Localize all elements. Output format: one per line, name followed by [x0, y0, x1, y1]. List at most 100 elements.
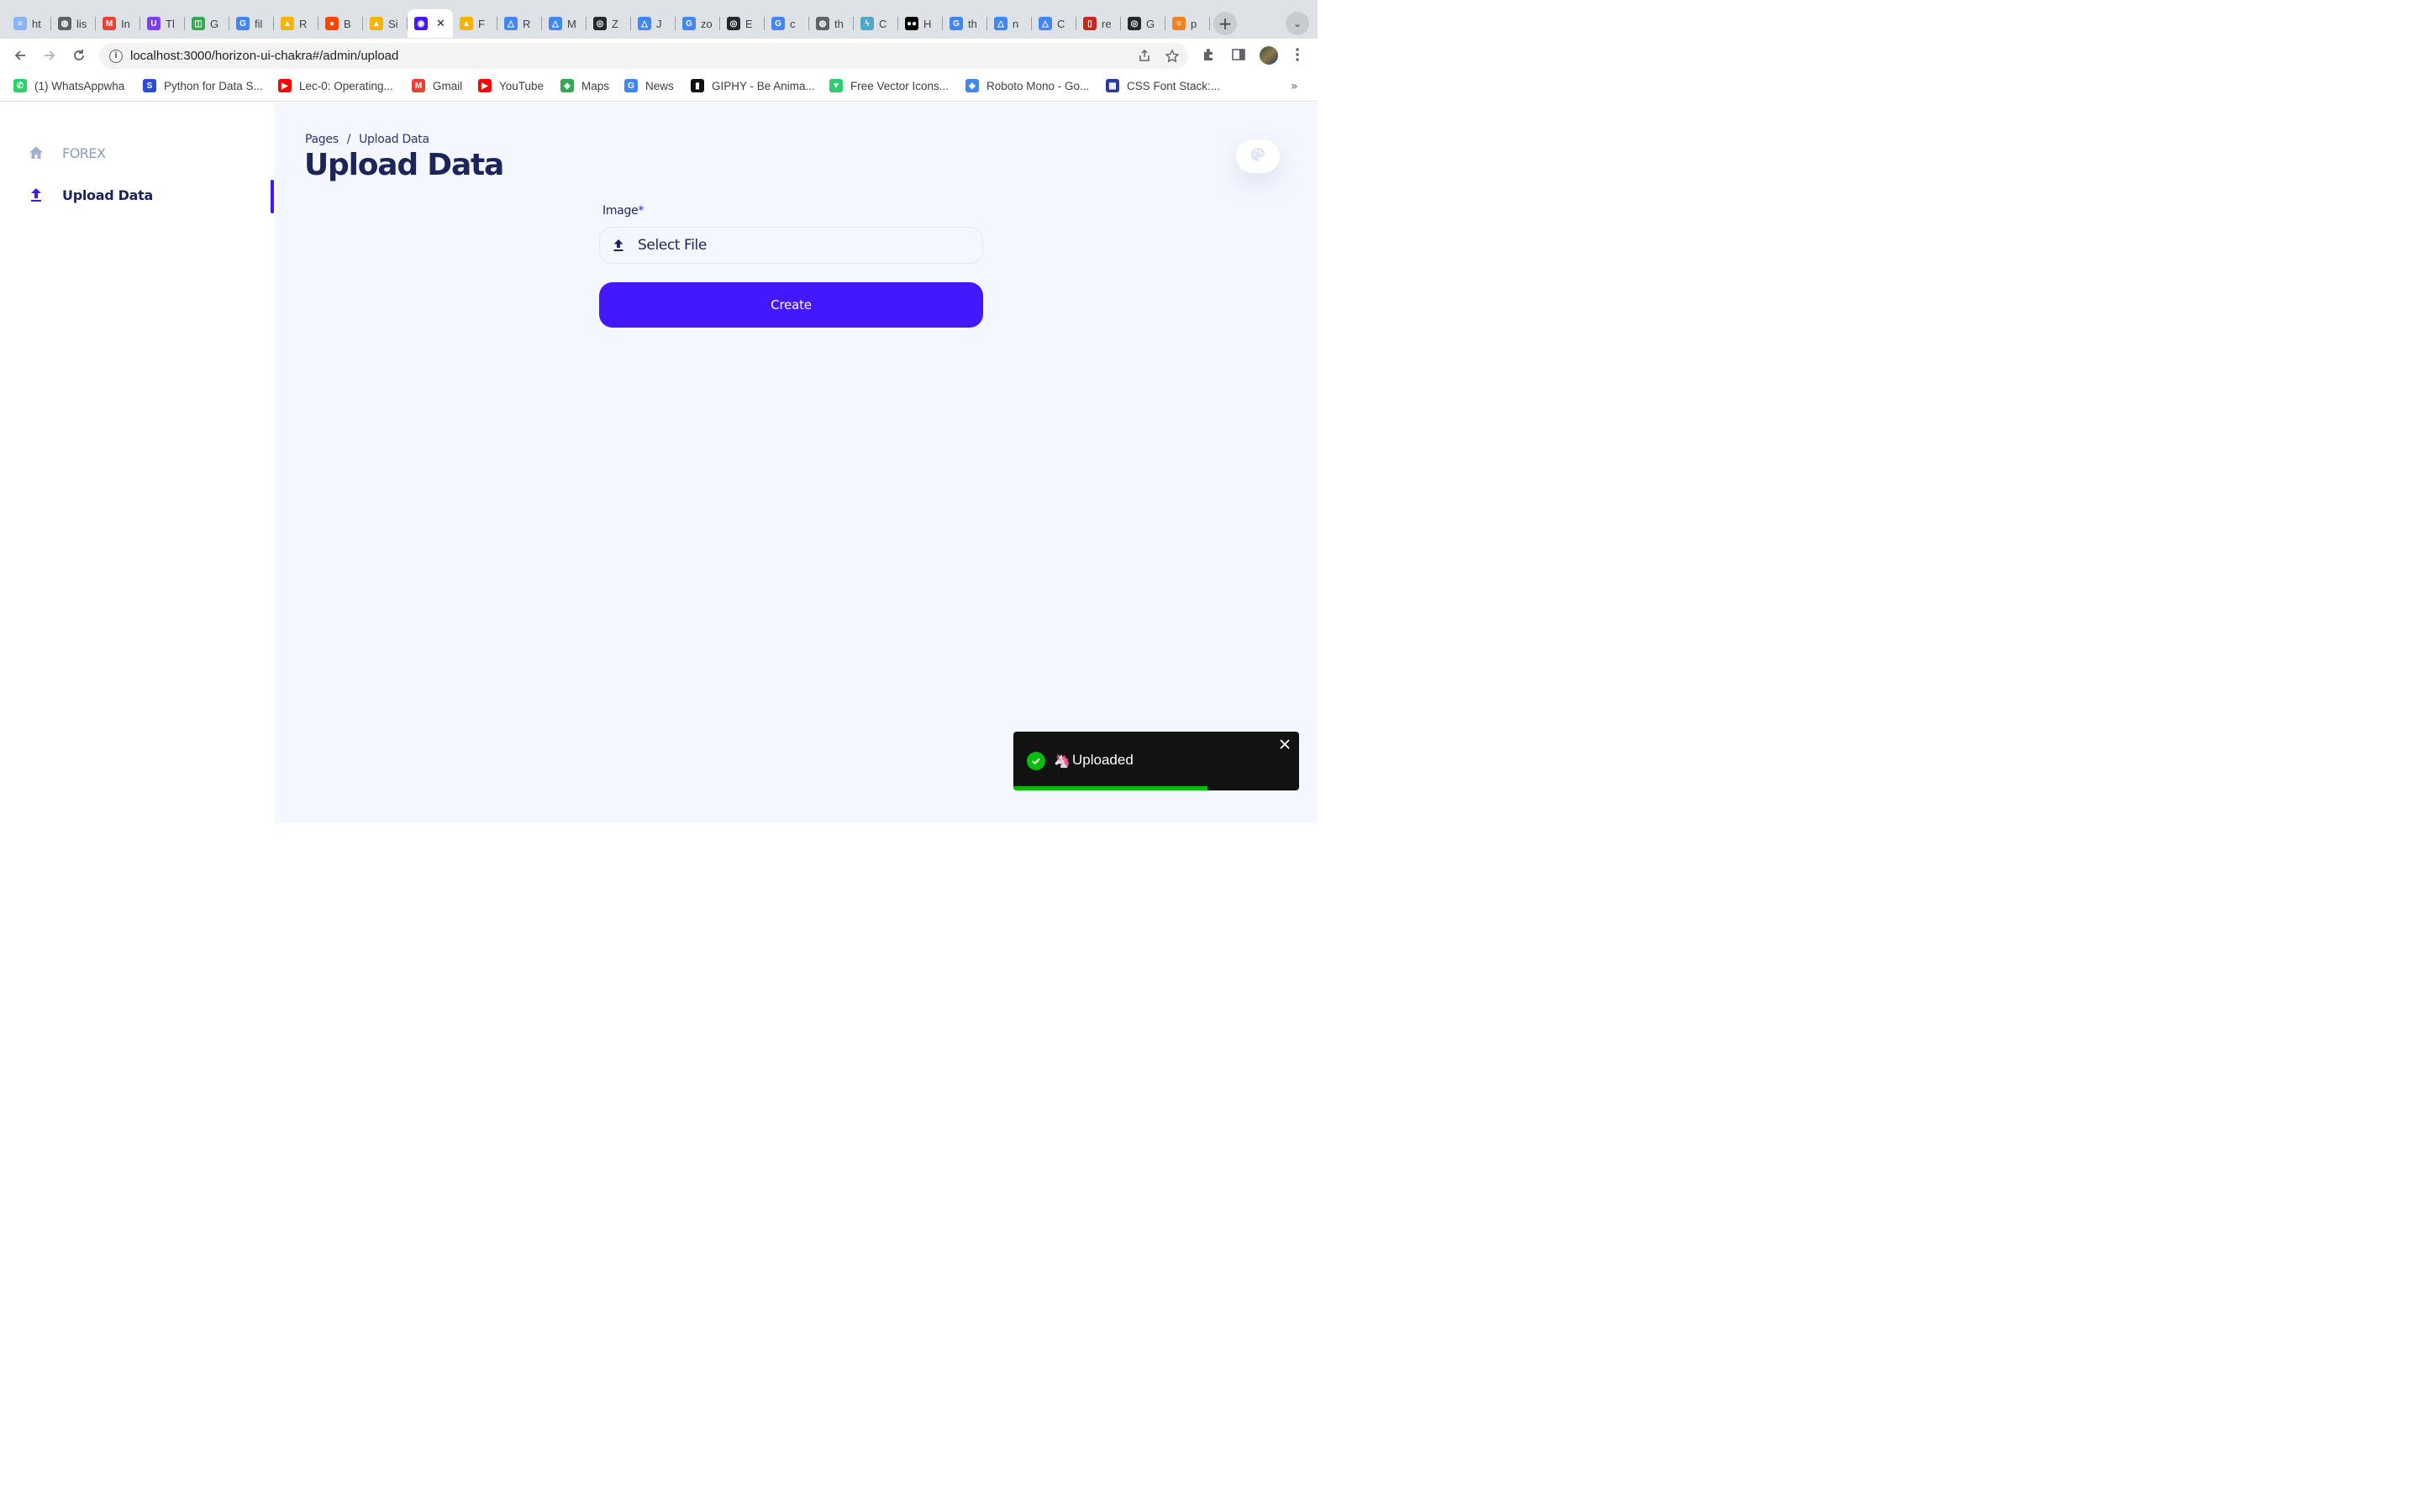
bookmark-item[interactable]: ◈ Maps	[560, 79, 609, 92]
bookmark-item[interactable]: M Gmail	[412, 79, 462, 92]
side-panel-icon[interactable]	[1231, 47, 1246, 66]
bookmark-item[interactable]: S Python for Data S...	[143, 79, 263, 92]
tab-title: C	[1057, 17, 1065, 30]
tab-title: B	[344, 17, 351, 30]
breadcrumb: Pages / Upload Data	[305, 133, 429, 146]
browser-tab[interactable]: ▲ Si	[363, 9, 408, 38]
browser-tab[interactable]: ≡ p	[1165, 9, 1210, 38]
tab-favicon-icon: ▲	[460, 17, 473, 30]
tab-favicon-icon: G	[771, 17, 785, 30]
browser-tab[interactable]: ◎ E	[720, 9, 765, 38]
tab-favicon-icon: △	[994, 17, 1007, 30]
tab-favicon-icon: ▯	[1083, 17, 1097, 30]
tab-favicon-icon: U	[147, 17, 160, 30]
breadcrumb-root[interactable]: Pages	[305, 133, 339, 146]
profile-avatar[interactable]	[1260, 46, 1278, 65]
browser-tab-strip: ≡ ht ◍ lis M In U Tl ◫ G Gfil ▲ R ● B ▲ Si ◉ ✕ ▲ F △ R △ M ◎ Z △ J Gz…	[0, 0, 1318, 39]
browser-tab[interactable]: Gfil	[229, 9, 274, 38]
tab-search-icon[interactable]: ⌄	[1286, 12, 1309, 35]
browser-tab[interactable]: M In	[96, 9, 140, 38]
bookmark-item[interactable]: ▶ YouTube	[478, 79, 544, 92]
site-info-icon[interactable]: i	[109, 49, 123, 63]
tab-favicon-icon: △	[549, 17, 562, 30]
theme-toggle-button[interactable]	[1236, 139, 1280, 173]
bookmark-item[interactable]: ▦ CSS Font Stack:...	[1106, 79, 1220, 92]
file-select-input[interactable]: Select File	[599, 227, 983, 264]
more-bookmarks-icon[interactable]: »	[1291, 80, 1298, 93]
share-icon[interactable]	[1138, 49, 1151, 66]
browser-tab[interactable]: U Tl	[140, 9, 185, 38]
tab-title: lis	[76, 17, 87, 30]
browser-tab[interactable]: ▲ R	[274, 9, 318, 38]
back-icon[interactable]	[10, 45, 30, 66]
browser-tab[interactable]: △ J	[631, 9, 676, 38]
bookmark-favicon-icon: M	[412, 79, 425, 92]
reload-icon[interactable]	[69, 45, 89, 66]
required-mark: *	[638, 204, 644, 218]
bookmark-item[interactable]: ▶ Lec-0: Operating...	[278, 79, 393, 92]
browser-tab[interactable]: Gth	[943, 9, 987, 38]
browser-tab[interactable]: ◫ G	[185, 9, 229, 38]
close-icon[interactable]	[1279, 738, 1291, 750]
browser-tab[interactable]: △ C	[1032, 9, 1076, 38]
bookmark-favicon-icon: ✆	[13, 79, 27, 92]
browser-tab[interactable]: ▲ F	[453, 9, 497, 38]
tab-favicon-icon: ●●	[905, 17, 918, 30]
sidebar-item-forex[interactable]: FOREX	[28, 143, 106, 163]
tab-favicon-icon: △	[504, 17, 518, 30]
tab-active[interactable]: ◉ ✕	[408, 9, 453, 38]
bookmark-label: Roboto Mono - Go...	[986, 79, 1090, 92]
browser-tab[interactable]: ◍ th	[809, 9, 854, 38]
browser-menu-icon[interactable]	[1292, 47, 1302, 66]
tab-title: c	[790, 17, 796, 30]
extensions-icon[interactable]	[1202, 47, 1217, 66]
browser-tab[interactable]: ◎ Z	[587, 9, 631, 38]
tab-title: In	[121, 17, 130, 30]
close-tab-icon[interactable]: ✕	[436, 17, 445, 30]
tab-favicon-icon: G	[950, 17, 963, 30]
bookmark-item[interactable]: ▼ Free Vector Icons...	[829, 79, 949, 92]
sidebar-item-upload-data[interactable]: Upload Data	[28, 185, 153, 205]
tab-title: re	[1102, 17, 1112, 30]
forward-icon[interactable]	[39, 45, 60, 66]
bookmark-label: Gmail	[433, 79, 463, 92]
bookmark-label: (1) WhatsAppwha	[34, 79, 125, 92]
image-field-label: Image*	[602, 204, 983, 218]
tab-favicon-icon: ◉	[414, 17, 428, 30]
bookmark-favicon-icon: ▼	[829, 79, 843, 92]
tab-title: G	[210, 17, 219, 30]
tab-title: R	[523, 17, 531, 30]
browser-tab[interactable]: ≡ ht	[7, 9, 51, 38]
breadcrumb-separator: /	[346, 133, 351, 146]
bookmark-item[interactable]: ▮ GIPHY - Be Anima...	[691, 79, 815, 92]
toast-message: Uploaded	[1072, 752, 1134, 768]
browser-tab[interactable]: ◎ G	[1121, 9, 1165, 38]
browser-tab[interactable]: △ n	[987, 9, 1032, 38]
browser-tab[interactable]: ◍ lis	[51, 9, 96, 38]
bookmark-star-icon[interactable]	[1165, 49, 1180, 67]
toast-notification: 🦄 Uploaded	[1013, 732, 1299, 790]
upload-icon	[28, 186, 45, 203]
tab-title: C	[879, 17, 887, 30]
browser-tab[interactable]: Gzo	[676, 9, 720, 38]
create-button[interactable]: Create	[599, 282, 983, 328]
image-label-text: Image	[602, 204, 639, 218]
new-tab-button[interactable]: +	[1213, 12, 1237, 35]
bookmark-item[interactable]: ✆ (1) WhatsAppwha	[13, 79, 124, 92]
breadcrumb-current[interactable]: Upload Data	[359, 133, 429, 146]
bookmark-item[interactable]: G News	[624, 79, 674, 92]
tab-favicon-icon: M	[103, 17, 116, 30]
select-file-label: Select File	[638, 237, 707, 254]
browser-tab[interactable]: ●● H	[898, 9, 943, 38]
browser-tab[interactable]: ▯ re	[1076, 9, 1121, 38]
home-icon	[28, 144, 45, 161]
browser-tab[interactable]: ϟC	[854, 9, 898, 38]
browser-tab[interactable]: ● B	[318, 9, 363, 38]
browser-tab[interactable]: △ M	[542, 9, 587, 38]
address-bar[interactable]: i localhost:3000/horizon-ui-chakra#/admi…	[99, 43, 1188, 69]
bookmark-item[interactable]: ◆ Roboto Mono - Go...	[965, 79, 1089, 92]
bookmark-label: Free Vector Icons...	[850, 79, 950, 92]
bookmark-label: GIPHY - Be Anima...	[712, 79, 815, 92]
browser-tab[interactable]: △ R	[497, 9, 542, 38]
browser-tab[interactable]: Gc	[765, 9, 809, 38]
